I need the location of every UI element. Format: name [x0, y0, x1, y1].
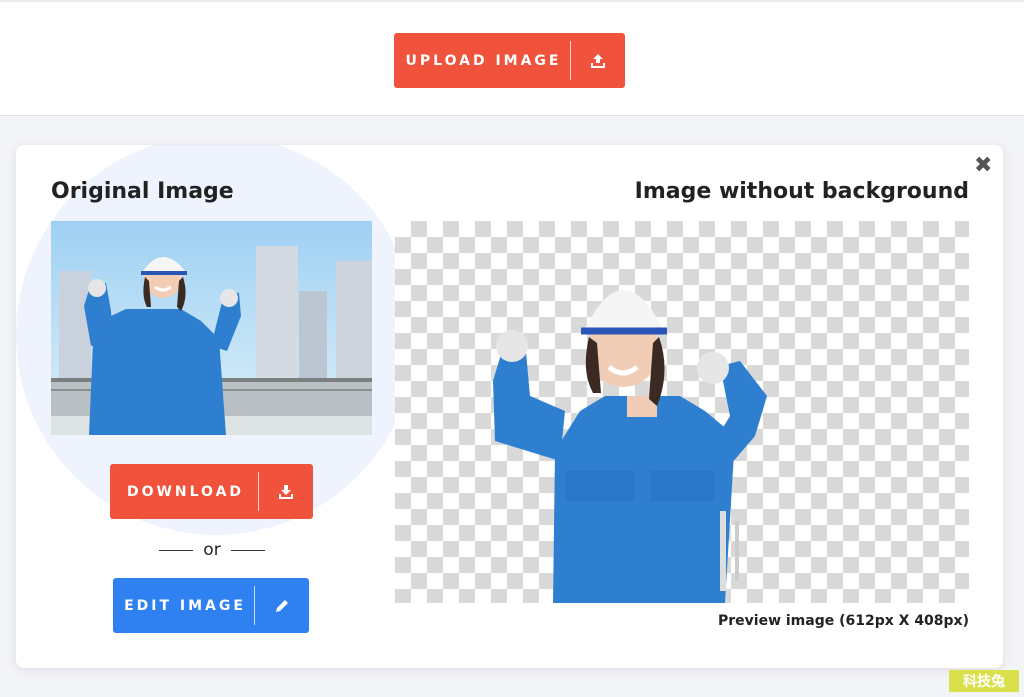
top-bar: UPLOAD IMAGE [0, 0, 1024, 116]
edit-image-label: EDIT IMAGE [124, 597, 246, 614]
close-icon[interactable]: ✖ [974, 153, 992, 178]
upload-icon [571, 33, 625, 88]
preview-image-caption: Preview image (612px X 408px) [717, 613, 969, 629]
upload-image-label: UPLOAD IMAGE [405, 52, 562, 69]
upload-image-button[interactable]: UPLOAD IMAGE [394, 33, 625, 88]
download-label: DOWNLOAD [126, 483, 245, 500]
original-image-title: Original Image [51, 179, 234, 204]
watermark-logo: 科技兔 [949, 670, 1019, 692]
download-icon [259, 464, 313, 519]
image-without-background-title: Image without background [634, 179, 969, 204]
result-card: ✖ Original Image Image without backgroun… [16, 145, 1003, 668]
pencil-icon [255, 578, 309, 633]
image-without-background-preview [395, 221, 969, 603]
or-text: or [203, 540, 221, 560]
download-button[interactable]: DOWNLOAD [110, 464, 313, 519]
original-image [51, 221, 372, 435]
divider-line [230, 549, 265, 551]
divider-line [159, 549, 194, 551]
or-divider: or [156, 539, 268, 561]
edit-image-button[interactable]: EDIT IMAGE [113, 578, 309, 633]
